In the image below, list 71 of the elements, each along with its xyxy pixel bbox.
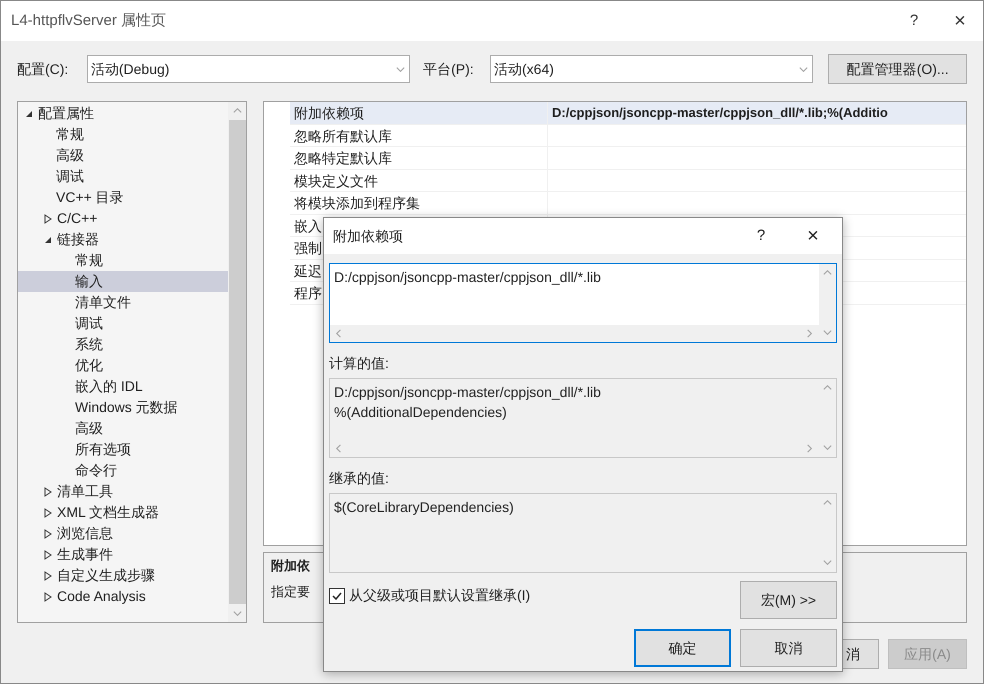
tree-item[interactable]: 调试 [18, 313, 228, 334]
platform-label: 平台(P): [423, 60, 475, 79]
tree-item[interactable]: 浏览信息 [18, 523, 228, 544]
help-button[interactable]: ? [891, 1, 937, 41]
tree-item[interactable]: 生成事件 [18, 544, 228, 565]
check-icon [331, 590, 343, 602]
inherited-label: 继承的值: [329, 469, 389, 488]
expand-triangle-icon[interactable] [44, 570, 52, 580]
scrollbar[interactable] [228, 102, 246, 622]
tree-item[interactable]: 清单工具 [18, 481, 228, 502]
text-line: $(CoreLibraryDependencies) [334, 498, 514, 517]
config-manager-button[interactable]: 配置管理器(O)... [828, 54, 967, 84]
ok-button[interactable]: 确定 [634, 629, 731, 667]
tree-item[interactable]: 调试 [18, 166, 228, 187]
text-line: %(AdditionalDependencies) [334, 403, 507, 422]
property-row[interactable]: 将模块添加到程序集 [290, 192, 966, 214]
description-title: 附加依 [271, 557, 310, 575]
tree-item[interactable]: 常规 [18, 250, 228, 271]
tree-item[interactable]: 常规 [18, 124, 228, 145]
collapse-triangle-icon[interactable] [44, 236, 52, 244]
evaluated-label: 计算的值: [329, 354, 389, 373]
config-label: 配置(C): [17, 60, 70, 79]
inherit-checkbox[interactable] [329, 588, 345, 604]
tree-item[interactable]: 所有选项 [18, 439, 228, 460]
tree-item[interactable]: 链接器 [18, 229, 228, 250]
property-row[interactable]: 附加依赖项 D:/cppjson/jsoncpp-master/cppjson_dll/*.lib;%(Additio [290, 102, 966, 124]
macros-button[interactable]: 宏(M) >> [740, 581, 837, 619]
tree-item[interactable]: XML 文档生成器 [18, 502, 228, 523]
expand-triangle-icon[interactable] [44, 592, 52, 602]
property-name: 附加依赖项 [290, 102, 548, 124]
window-title: L4-httpflvServer 属性页 [11, 10, 168, 31]
collapse-triangle-icon[interactable] [25, 110, 33, 118]
tree-item[interactable]: 高级 [18, 145, 228, 166]
tree-item[interactable]: Windows 元数据 [18, 397, 228, 418]
property-row[interactable]: 忽略所有默认库 [290, 124, 966, 147]
platform-dropdown[interactable]: 活动(x64) [490, 55, 814, 83]
inherited-value-field[interactable]: $(CoreLibraryDependencies) [329, 493, 837, 573]
close-button[interactable]: × [784, 218, 842, 254]
inherit-label: 从父级或项目默认设置继承(I) [349, 586, 530, 605]
expand-triangle-icon[interactable] [44, 528, 52, 538]
dependencies-input-field[interactable]: D:/cppjson/jsoncpp-master/cppjson_dll/*.lib [329, 263, 837, 343]
property-name: 模块定义文件 [290, 170, 548, 191]
description-text: 指定要 [271, 582, 310, 600]
property-value: D:/cppjson/jsoncpp-master/cppjson_dll/*.lib;%(Additio [551, 104, 888, 122]
tree-item[interactable]: 系统 [18, 334, 228, 355]
tree-item[interactable]: 输入 [18, 271, 228, 292]
tree-item[interactable]: 自定义生成步骤 [18, 565, 228, 586]
evaluated-value-field[interactable]: D:/cppjson/jsoncpp-master/cppjson_dll/*.lib %(AdditionalDependencies) [329, 378, 837, 458]
text-line: D:/cppjson/jsoncpp-master/cppjson_dll/*.lib [334, 383, 601, 402]
tree-item[interactable]: 嵌入的 IDL [18, 376, 228, 397]
help-button[interactable]: ? [738, 218, 784, 254]
property-row[interactable]: 忽略特定默认库 [290, 147, 966, 170]
tree-item[interactable]: VC++ 目录 [18, 187, 228, 208]
tree-item[interactable]: 命令行 [18, 460, 228, 481]
tree-item[interactable]: 清单文件 [18, 292, 228, 313]
tree-item[interactable]: 高级 [18, 418, 228, 439]
tree-item[interactable]: 优化 [18, 355, 228, 376]
config-dropdown[interactable]: 活动(Debug) [86, 55, 410, 83]
expand-triangle-icon[interactable] [44, 550, 52, 560]
close-button[interactable]: × [937, 1, 983, 41]
property-name: 将模块添加到程序集 [290, 192, 548, 214]
property-row[interactable]: 模块定义文件 [290, 170, 966, 192]
tree-item[interactable]: 配置属性 [18, 103, 228, 124]
property-name: 忽略所有默认库 [290, 124, 548, 146]
expand-triangle-icon[interactable] [44, 508, 52, 518]
cancel-button[interactable]: 取消 [740, 629, 837, 667]
expand-triangle-icon[interactable] [44, 214, 52, 224]
tree-item[interactable]: Code Analysis [18, 586, 228, 607]
tree-item[interactable]: C/C++ [18, 208, 228, 229]
expand-triangle-icon[interactable] [44, 486, 52, 496]
property-name: 忽略特定默认库 [290, 147, 548, 168]
